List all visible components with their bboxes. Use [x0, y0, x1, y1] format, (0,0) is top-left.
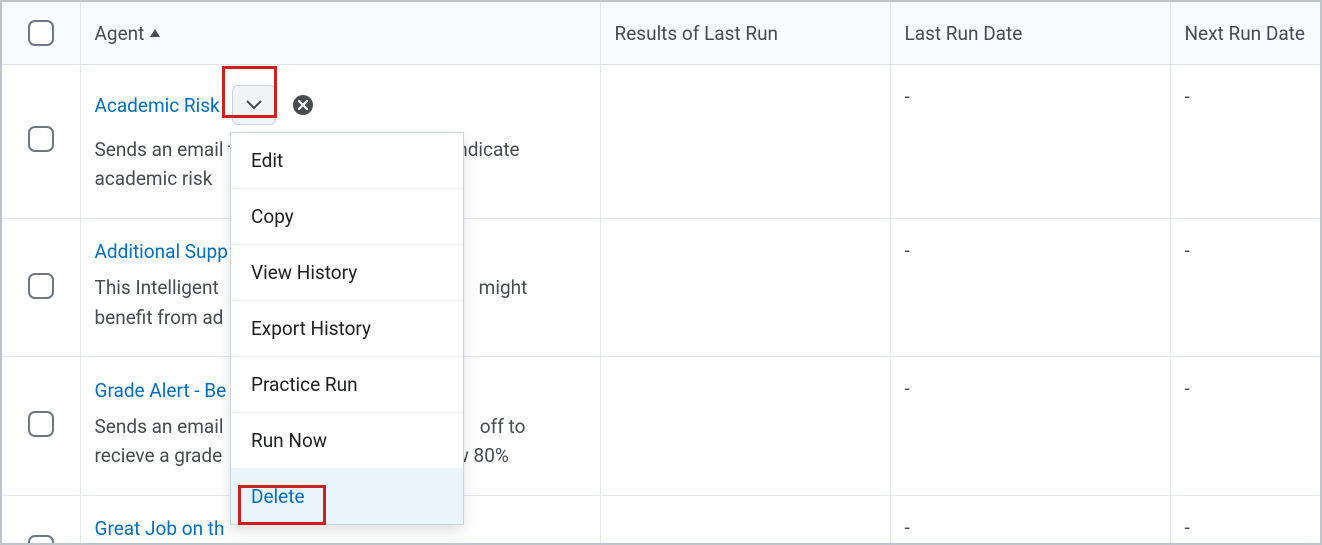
- header-checkbox-cell: [2, 2, 80, 65]
- row-checkbox-cell: [2, 65, 80, 219]
- table-row: Academic Risk Sends an email to the stud…: [2, 65, 1320, 219]
- table-row: Additional Supp This Intelligent Agent i…: [2, 218, 1320, 356]
- agent-name-link[interactable]: Great Job on th: [95, 517, 225, 540]
- agent-actions-dropdown[interactable]: [232, 85, 276, 125]
- header-last-run[interactable]: Last Run Date: [890, 2, 1170, 65]
- menu-item-view-history[interactable]: View History: [231, 245, 463, 301]
- agent-name-link[interactable]: Academic Risk: [95, 94, 220, 117]
- results-cell: [600, 65, 890, 219]
- results-cell: [600, 495, 890, 545]
- desc-fragment: This Intelligent: [95, 276, 224, 299]
- agent-name-link[interactable]: Additional Supp: [95, 240, 228, 263]
- header-results[interactable]: Results of Last Run: [600, 2, 890, 65]
- row-checkbox-cell: [2, 495, 80, 545]
- results-cell: [600, 357, 890, 495]
- menu-item-export-history[interactable]: Export History: [231, 301, 463, 357]
- header-agent[interactable]: Agent: [80, 2, 600, 65]
- last-run-cell: -: [890, 495, 1170, 545]
- last-run-cell: -: [890, 218, 1170, 356]
- table-header-row: Agent Results of Last Run Last Run Date …: [2, 2, 1320, 65]
- table-row: Grade Alert - Be Sends an email to the s…: [2, 357, 1320, 495]
- menu-item-edit[interactable]: Edit: [231, 133, 463, 189]
- menu-item-practice-run[interactable]: Practice Run: [231, 357, 463, 413]
- agents-table: Agent Results of Last Run Last Run Date …: [2, 2, 1320, 545]
- chevron-down-icon: [246, 100, 262, 110]
- next-run-cell: -: [1170, 218, 1320, 356]
- row-checkbox[interactable]: [28, 411, 54, 437]
- row-checkbox[interactable]: [28, 535, 54, 545]
- header-last-run-label: Last Run Date: [905, 22, 1023, 45]
- desc-fragment: Sends an email: [95, 415, 229, 438]
- header-agent-label: Agent: [95, 22, 145, 45]
- last-run-cell: -: [890, 65, 1170, 219]
- agent-context-menu: Edit Copy View History Export History Pr…: [230, 132, 464, 525]
- row-checkbox[interactable]: [28, 126, 54, 152]
- agent-name-link[interactable]: Grade Alert - Be: [95, 379, 227, 402]
- agents-table-panel: Agent Results of Last Run Last Run Date …: [0, 0, 1322, 545]
- row-checkbox-cell: [2, 218, 80, 356]
- menu-item-copy[interactable]: Copy: [231, 189, 463, 245]
- row-checkbox[interactable]: [28, 273, 54, 299]
- menu-item-delete[interactable]: Delete: [231, 469, 463, 524]
- disabled-status-icon: [291, 93, 315, 117]
- select-all-checkbox[interactable]: [28, 20, 54, 46]
- header-next-run[interactable]: Next Run Date: [1170, 2, 1320, 65]
- row-checkbox-cell: [2, 357, 80, 495]
- sort-asc-icon: [150, 29, 160, 37]
- next-run-cell: -: [1170, 357, 1320, 495]
- next-run-cell: -: [1170, 495, 1320, 545]
- header-results-label: Results of Last Run: [615, 22, 779, 45]
- last-run-cell: -: [890, 357, 1170, 495]
- results-cell: [600, 218, 890, 356]
- table-row: Great Job on th Congratulates s tudents …: [2, 495, 1320, 545]
- next-run-cell: -: [1170, 65, 1320, 219]
- header-next-run-label: Next Run Date: [1185, 22, 1305, 45]
- menu-item-run-now[interactable]: Run Now: [231, 413, 463, 469]
